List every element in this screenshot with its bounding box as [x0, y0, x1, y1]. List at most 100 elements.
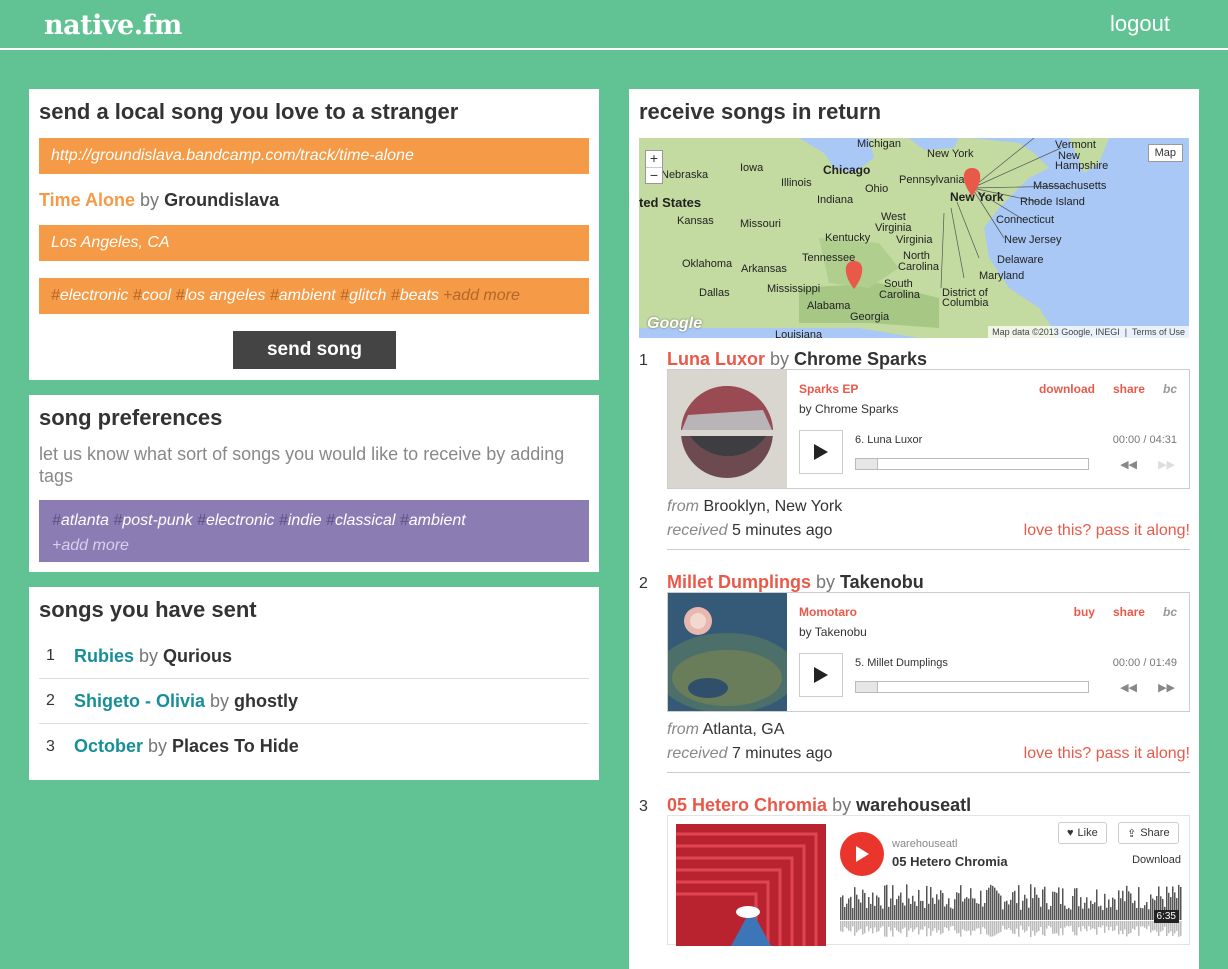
hash-symbol: #: [269, 287, 279, 304]
tag[interactable]: #glitch: [340, 287, 386, 304]
from-location: Brooklyn, New York: [703, 498, 843, 515]
album-artist: by Takenobu: [799, 625, 867, 639]
song-tags-input[interactable]: #electronic #cool #los angeles #ambient …: [39, 278, 589, 314]
logout-link[interactable]: logout: [1110, 11, 1170, 37]
tag[interactable]: #beats: [391, 287, 439, 304]
map-label: Hampshire: [1055, 160, 1109, 172]
sent-song-title[interactable]: Shigeto - Olivia: [74, 691, 205, 712]
progress-knob[interactable]: [856, 459, 878, 469]
pass-it-along-link[interactable]: love this? pass it along!: [1024, 519, 1190, 543]
tag[interactable]: #los angeles: [176, 287, 266, 304]
sent-song-artist: Places To Hide: [172, 736, 299, 756]
progress-bar[interactable]: [855, 458, 1089, 470]
track-title[interactable]: Luna Luxor: [667, 349, 765, 370]
sc-track-title[interactable]: 05 Hetero Chromia: [892, 854, 1008, 869]
tag-label: ambient: [408, 512, 466, 529]
hash-symbol: #: [51, 287, 60, 304]
hash-symbol: #: [197, 512, 206, 529]
progress-bar[interactable]: [855, 681, 1089, 693]
tag[interactable]: #atlanta: [52, 512, 109, 529]
sent-song-title[interactable]: Rubies: [74, 646, 134, 667]
map-label: Carolina: [879, 289, 920, 301]
share-button[interactable]: ⇪ Share: [1118, 822, 1179, 844]
progress-knob[interactable]: [856, 682, 878, 692]
download-link[interactable]: download: [1039, 382, 1095, 396]
map[interactable]: Michigan New York Vermont New Hampshire …: [639, 138, 1189, 338]
share-icon: ⇪: [1127, 827, 1137, 840]
zoom-out-button[interactable]: −: [646, 167, 662, 183]
tag[interactable]: #ambient: [400, 512, 466, 529]
track-title[interactable]: 05 Hetero Chromia: [667, 795, 827, 816]
buy-link[interactable]: buy: [1074, 605, 1095, 619]
previous-track-icon[interactable]: ◀◀: [1120, 681, 1137, 694]
download-link[interactable]: Download: [1132, 854, 1181, 866]
google-logo: Google: [647, 315, 703, 332]
sent-title: songs you have sent: [39, 597, 257, 622]
map-label: Iowa: [740, 162, 764, 174]
tag[interactable]: #post-punk: [113, 512, 192, 529]
waveform[interactable]: [840, 884, 1182, 940]
receive-songs-panel: receive songs in return Michigan New Yor…: [629, 89, 1199, 969]
send-song-button[interactable]: send song: [233, 331, 396, 369]
song-url-input[interactable]: http://groundislava.bandcamp.com/track/t…: [39, 138, 589, 174]
like-button[interactable]: ♥ Like: [1058, 822, 1107, 844]
tag[interactable]: #electronic: [197, 512, 274, 529]
top-bar: native.fm logout: [0, 0, 1228, 50]
tag[interactable]: #electronic: [51, 287, 128, 304]
add-more-tags-link[interactable]: +add more: [443, 287, 520, 305]
artwork[interactable]: [676, 824, 826, 946]
share-link[interactable]: share: [1113, 605, 1145, 619]
list-item: 2 Shigeto - Olivia by ghostly: [39, 679, 589, 724]
tag[interactable]: #ambient: [270, 287, 336, 304]
play-button[interactable]: [799, 430, 843, 474]
heart-icon: ♥: [1067, 827, 1074, 839]
map-label: New York: [927, 148, 974, 160]
sent-song-title[interactable]: October: [74, 736, 143, 757]
sent-song-artist: Qurious: [163, 645, 233, 666]
terms-of-use-link[interactable]: Terms of Use: [1132, 327, 1185, 337]
tag-label: indie: [287, 512, 322, 529]
next-track-icon[interactable]: ▶▶: [1158, 458, 1175, 471]
duration-badge: 6:35: [1153, 910, 1179, 923]
song-preferences-panel: song preferences let us know what sort o…: [29, 395, 599, 572]
album-title[interactable]: Momotaro: [799, 605, 857, 619]
player-actions: download share bc: [1039, 382, 1177, 396]
zoom-in-button[interactable]: +: [646, 151, 662, 167]
share-label: Share: [1140, 827, 1170, 839]
location-input[interactable]: Los Angeles, CA: [39, 225, 589, 261]
song-title[interactable]: Time Alone: [39, 190, 135, 210]
track-artist: Chrome Sparks: [794, 349, 928, 369]
share-link[interactable]: share: [1113, 382, 1145, 396]
tag[interactable]: #classical: [326, 512, 395, 529]
previous-track-icon[interactable]: ◀◀: [1120, 458, 1137, 471]
by-label: by: [770, 349, 790, 369]
track-title[interactable]: Millet Dumplings: [667, 572, 811, 593]
album-artist: by Chrome Sparks: [799, 402, 899, 416]
album-title[interactable]: Sparks EP: [799, 382, 858, 396]
uploader-name[interactable]: warehouseatl: [892, 838, 957, 850]
bandcamp-logo[interactable]: bc: [1163, 382, 1177, 396]
next-track-icon[interactable]: ▶▶: [1158, 681, 1175, 694]
play-button[interactable]: [840, 832, 884, 876]
bandcamp-player: Sparks EP by Chrome Sparks download shar…: [667, 369, 1190, 489]
by-label: by: [148, 736, 168, 756]
add-more-preferences-link[interactable]: +add more: [52, 533, 576, 558]
preference-tags-input[interactable]: #atlanta #post-punk #electronic #indie #…: [39, 500, 589, 562]
tag-label: ambient: [278, 287, 336, 304]
bandcamp-player: Momotaro by Takenobu buy share bc 5. Mil…: [667, 592, 1190, 712]
tag[interactable]: #cool: [133, 287, 171, 304]
tag[interactable]: #indie: [279, 512, 322, 529]
album-cover[interactable]: [668, 593, 787, 711]
preference-tag-list: #atlanta #post-punk #electronic #indie #…: [52, 508, 576, 533]
album-cover[interactable]: [668, 370, 787, 488]
play-button[interactable]: [799, 653, 843, 697]
songs-sent-panel: songs you have sent 1 Rubies by Qurious …: [29, 587, 599, 780]
map-type-button[interactable]: Map: [1147, 144, 1183, 162]
by-label: by: [210, 690, 230, 711]
tag-label: post-punk: [122, 512, 193, 529]
bandcamp-logo[interactable]: bc: [1163, 605, 1177, 619]
map-label: Missouri: [740, 218, 781, 230]
logo[interactable]: native.fm: [44, 10, 182, 41]
pass-it-along-link[interactable]: love this? pass it along!: [1024, 742, 1190, 766]
map-label: Massachusetts: [1033, 180, 1107, 192]
